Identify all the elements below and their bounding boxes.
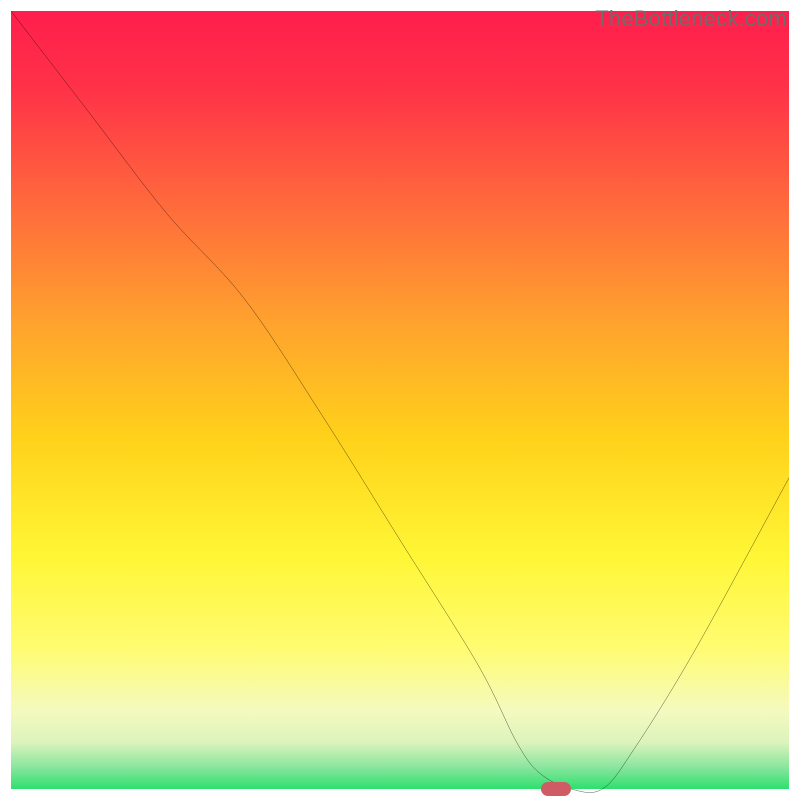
- watermark-text: TheBottleneck.com: [595, 6, 787, 32]
- plot-area: TheBottleneck.com: [11, 11, 789, 789]
- bottleneck-curve: [11, 11, 789, 789]
- bottleneck-chart: TheBottleneck.com: [0, 0, 800, 800]
- optimal-point-marker: [541, 782, 571, 796]
